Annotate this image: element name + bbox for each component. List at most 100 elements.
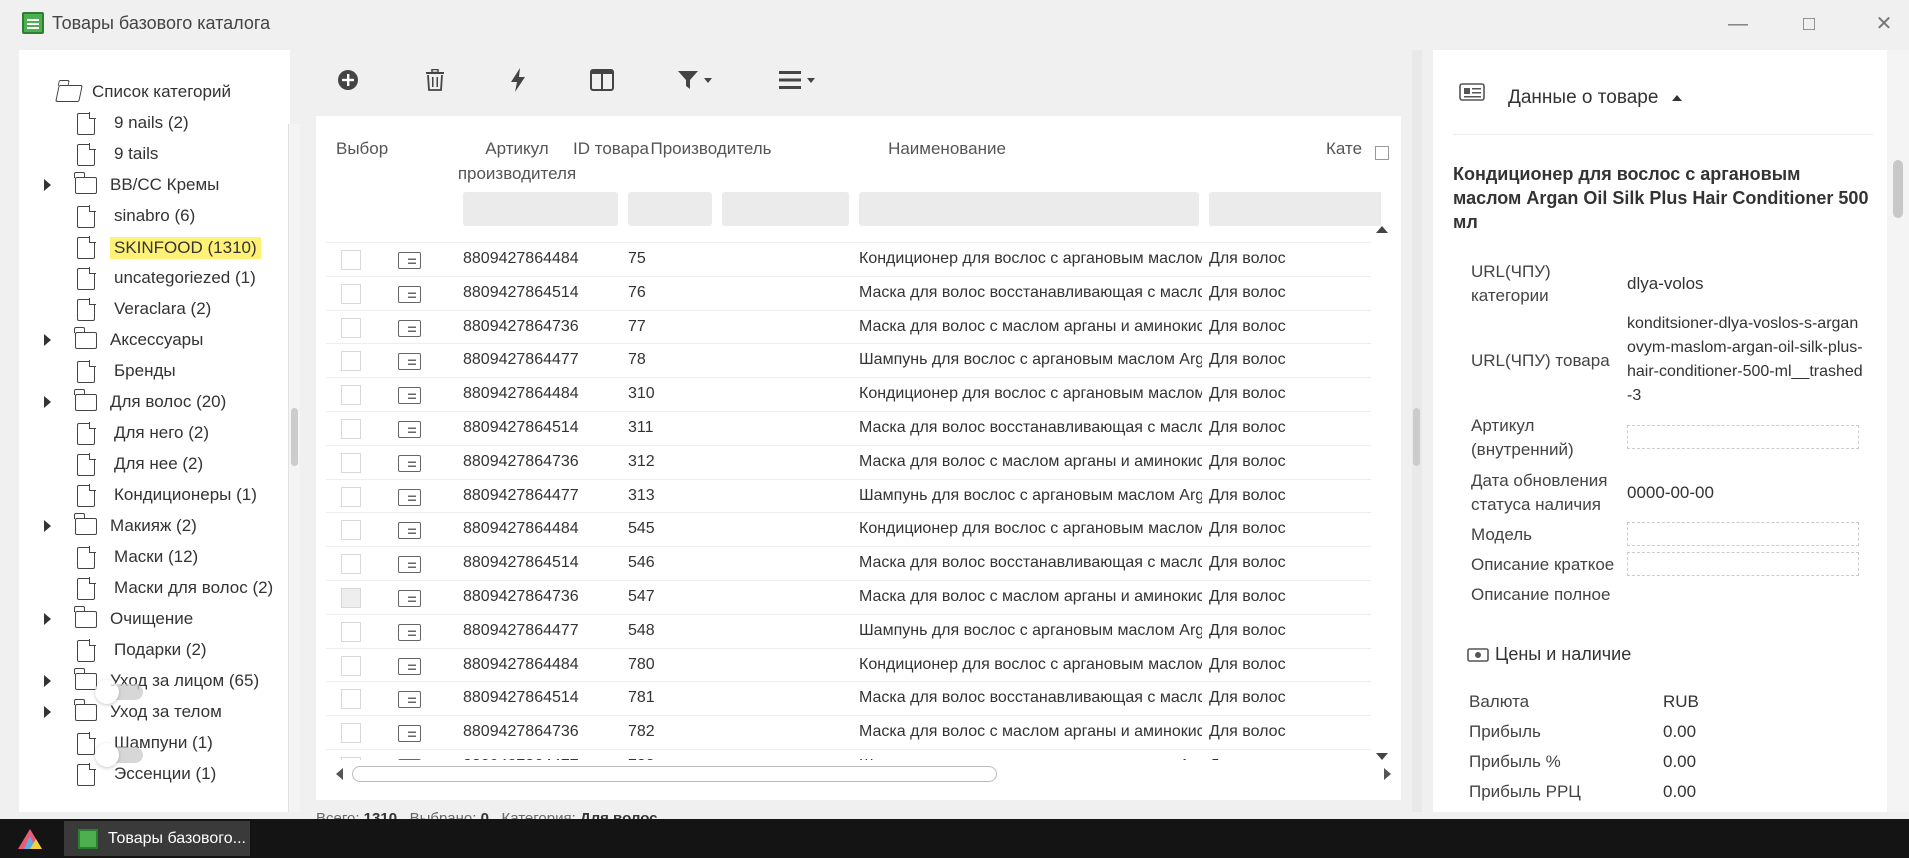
row-checkbox[interactable] — [341, 283, 361, 304]
row-checkbox[interactable] — [341, 317, 361, 338]
product-card-icon[interactable] — [398, 353, 421, 371]
table-row[interactable]: 8809427864736 547 Маска для волос с маслом… — [326, 580, 1371, 614]
row-checkbox[interactable] — [341, 655, 361, 676]
toggle-switch[interactable] — [95, 743, 143, 767]
product-card-icon[interactable] — [398, 657, 421, 675]
grid-horizontal-scrollbar[interactable] — [336, 764, 1391, 782]
tree-item[interactable]: Маски для волос (2) — [19, 576, 287, 606]
table-row[interactable]: 8809427864484 780 Кондиционер для вослос с… — [326, 647, 1371, 682]
table-row[interactable]: 8809427864477 548 Шампунь для вослос с арг… — [326, 613, 1371, 648]
details-scrollbar-thumb[interactable] — [1893, 160, 1903, 218]
menu-button[interactable] — [779, 62, 815, 98]
product-card-icon[interactable] — [398, 454, 421, 472]
scroll-right-icon[interactable] — [1384, 768, 1391, 780]
table-row[interactable]: 8809427864477 313 Шампунь для вослос с арг… — [326, 478, 1371, 513]
start-menu-icon[interactable] — [16, 827, 44, 851]
row-checkbox[interactable] — [341, 554, 361, 575]
prices-header[interactable]: Цены и наличие — [1495, 644, 1631, 665]
tree-item[interactable]: Для волос (20) — [19, 389, 287, 420]
tree-item[interactable]: Кондиционеры (1) — [19, 483, 287, 513]
product-card-icon[interactable] — [398, 421, 421, 438]
row-checkbox[interactable] — [341, 385, 361, 406]
product-card-icon[interactable] — [398, 725, 421, 743]
tree-item[interactable]: Veraclara (2) — [19, 297, 287, 327]
column-header-id[interactable]: ID товара — [571, 136, 651, 161]
column-header-maker[interactable]: Производитель — [646, 136, 776, 161]
scroll-up-icon[interactable] — [1376, 226, 1388, 233]
tree-item[interactable]: Для нее (2) — [19, 452, 287, 482]
tree-item[interactable]: Уход за телом — [19, 699, 287, 730]
row-checkbox[interactable] — [341, 351, 361, 372]
caret-right-icon[interactable] — [44, 396, 51, 408]
quick-action-button[interactable] — [510, 62, 526, 98]
tree-item[interactable]: Аксессуары — [19, 327, 287, 358]
product-card-icon[interactable] — [398, 623, 421, 641]
scroll-left-icon[interactable] — [336, 768, 343, 780]
toggle-switch[interactable] — [95, 680, 143, 704]
caret-right-icon[interactable] — [44, 334, 51, 346]
table-row[interactable]: 8809427864514 76 Маска для волос восстанав… — [326, 275, 1371, 310]
tree-item[interactable]: Бренды — [19, 359, 287, 389]
tree-root[interactable]: Список категорий — [37, 80, 287, 110]
tree-scrollbar-thumb[interactable] — [291, 408, 298, 466]
row-checkbox[interactable] — [341, 419, 361, 439]
horizontal-scrollbar-thumb[interactable] — [352, 766, 997, 782]
model-input[interactable] — [1627, 522, 1859, 546]
row-checkbox[interactable] — [341, 250, 361, 270]
product-card-icon[interactable] — [398, 488, 421, 506]
add-button[interactable] — [337, 62, 359, 98]
column-header-select[interactable]: Выбор — [316, 136, 396, 161]
table-row[interactable]: 8809427864484 75 Кондиционер для вослос с … — [326, 242, 1371, 276]
product-card-icon[interactable] — [398, 759, 421, 760]
close-icon[interactable]: ✕ — [1870, 10, 1898, 38]
tree-scrollbar[interactable] — [288, 124, 300, 812]
product-card-icon[interactable] — [398, 590, 421, 607]
details-header[interactable]: Данные о товаре — [1508, 87, 1682, 109]
table-row[interactable]: 8809427864514 781 Маска для волос восстана… — [326, 681, 1371, 715]
tree-item[interactable]: BB/CC Кремы — [19, 172, 287, 203]
panel-splitter[interactable] — [1412, 50, 1422, 812]
caret-right-icon[interactable] — [44, 520, 51, 532]
tree-item[interactable]: 9 tails — [19, 142, 287, 172]
table-row[interactable]: 8809427864514 311 Маска для волос восстана… — [326, 411, 1371, 445]
caret-right-icon[interactable] — [44, 613, 51, 625]
tree-item[interactable]: Шампуни (1) — [19, 731, 287, 761]
tree-item[interactable]: Подарки (2) — [19, 638, 287, 668]
column-header-name[interactable]: Наименование — [782, 136, 1112, 161]
table-row[interactable]: 8809427864484 310 Кондиционер для вослос с… — [326, 377, 1371, 411]
columns-button[interactable] — [590, 62, 614, 98]
row-checkbox[interactable] — [341, 486, 361, 507]
product-card-icon[interactable] — [398, 387, 421, 405]
filter-input-sku[interactable] — [463, 192, 618, 226]
table-row[interactable]: 8809427864477 783 Шампунь для вослос с арг… — [326, 749, 1371, 760]
tree-item[interactable]: 9 nails (2) — [19, 111, 287, 141]
column-header-sku[interactable]: Артикул производителя — [452, 136, 582, 186]
filter-input-id[interactable] — [628, 192, 712, 226]
maximize-icon[interactable]: □ — [1795, 10, 1823, 38]
table-row[interactable]: 8809427864736 782 Маска для волос с маслом… — [326, 715, 1371, 749]
article-input[interactable] — [1627, 425, 1859, 449]
row-checkbox[interactable] — [341, 723, 361, 744]
tree-item[interactable]: SKINFOOD (1310) — [19, 235, 287, 265]
row-checkbox[interactable] — [341, 588, 361, 608]
filter-input-maker[interactable] — [722, 192, 849, 226]
caret-right-icon[interactable] — [44, 179, 51, 191]
product-card-icon[interactable] — [398, 691, 421, 709]
product-card-icon[interactable] — [398, 252, 421, 269]
tree-item[interactable]: Маски (12) — [19, 545, 287, 575]
tree-item[interactable]: Для него (2) — [19, 421, 287, 451]
tree-item[interactable]: Макияж (2) — [19, 513, 287, 544]
table-row[interactable]: 8809427864484 545 Кондиционер для вослос с… — [326, 512, 1371, 546]
product-card-icon[interactable] — [398, 319, 421, 337]
product-card-icon[interactable] — [398, 285, 421, 303]
delete-button[interactable] — [425, 62, 445, 98]
tree-item[interactable]: uncategoriezed (1) — [19, 266, 287, 296]
tree-item[interactable]: Уход за лицом (65) — [19, 668, 287, 699]
tree-item[interactable]: sinabro (6) — [19, 204, 287, 234]
table-row[interactable]: 8809427864477 78 Шампунь для вослос с арга… — [326, 343, 1371, 377]
row-checkbox[interactable] — [341, 520, 361, 541]
row-checkbox[interactable] — [341, 757, 361, 760]
short-description-input[interactable] — [1627, 552, 1859, 576]
product-card-icon[interactable] — [398, 556, 421, 574]
taskbar-app-button[interactable]: Товары базового... — [64, 821, 250, 856]
